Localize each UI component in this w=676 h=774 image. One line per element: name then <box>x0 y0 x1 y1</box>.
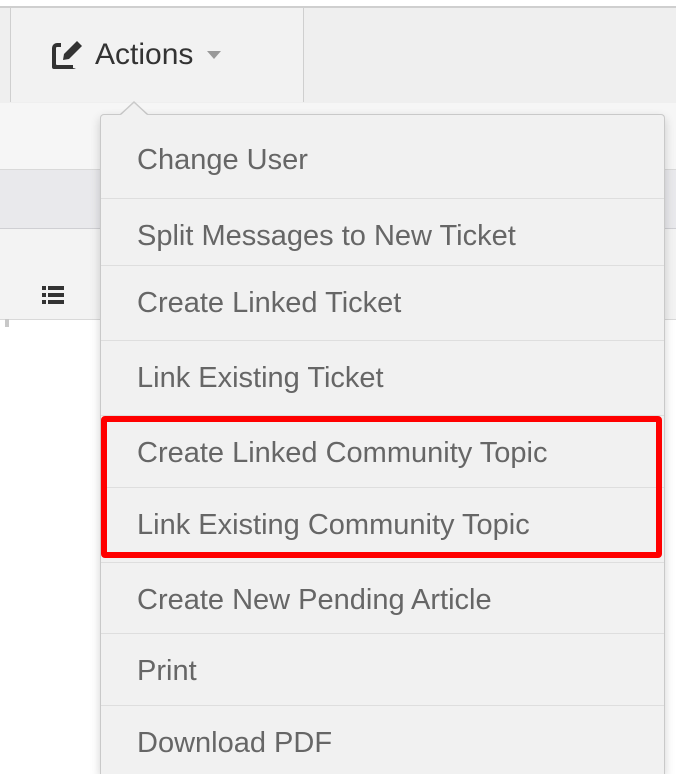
actions-dropdown-button[interactable]: Actions <box>11 8 304 102</box>
menu-item-split-messages[interactable]: Split Messages to New Ticket <box>101 198 664 273</box>
dropdown-pointer-fill <box>121 103 147 115</box>
menu-item-create-new-pending-article[interactable]: Create New Pending Article <box>101 562 664 637</box>
actions-label: Actions <box>95 38 194 71</box>
background-divider <box>5 319 9 327</box>
menu-item-label: Create Linked Community Topic <box>137 436 548 469</box>
menu-item-label: Change User <box>137 144 308 176</box>
list-icon[interactable] <box>42 286 64 304</box>
caret-down-icon <box>207 51 222 59</box>
menu-item-print[interactable]: Print <box>101 633 664 708</box>
menu-item-link-existing-community-topic[interactable]: Link Existing Community Topic <box>101 487 664 562</box>
menu-item-create-linked-ticket[interactable]: Create Linked Ticket <box>101 265 664 340</box>
menu-item-label: Link Existing Ticket <box>137 361 384 394</box>
edit-icon <box>51 38 85 72</box>
menu-item-label: Create New Pending Article <box>137 583 492 616</box>
menu-item-change-user[interactable]: Change User <box>101 123 664 198</box>
menu-item-label: Download PDF <box>137 726 333 759</box>
menu-item-create-linked-community-topic[interactable]: Create Linked Community Topic <box>101 415 664 490</box>
menu-item-label: Split Messages to New Ticket <box>137 219 516 252</box>
menu-item-download-pdf[interactable]: Download PDF <box>101 705 664 774</box>
menu-item-label: Link Existing Community Topic <box>137 508 530 541</box>
menu-item-label: Print <box>137 654 197 687</box>
menu-item-label: Create Linked Ticket <box>137 286 402 319</box>
actions-dropdown-menu: Change User Split Messages to New Ticket… <box>100 114 665 774</box>
menu-item-link-existing-ticket[interactable]: Link Existing Ticket <box>101 340 664 415</box>
screen: Actions Change User Split Messages to Ne… <box>0 0 676 774</box>
